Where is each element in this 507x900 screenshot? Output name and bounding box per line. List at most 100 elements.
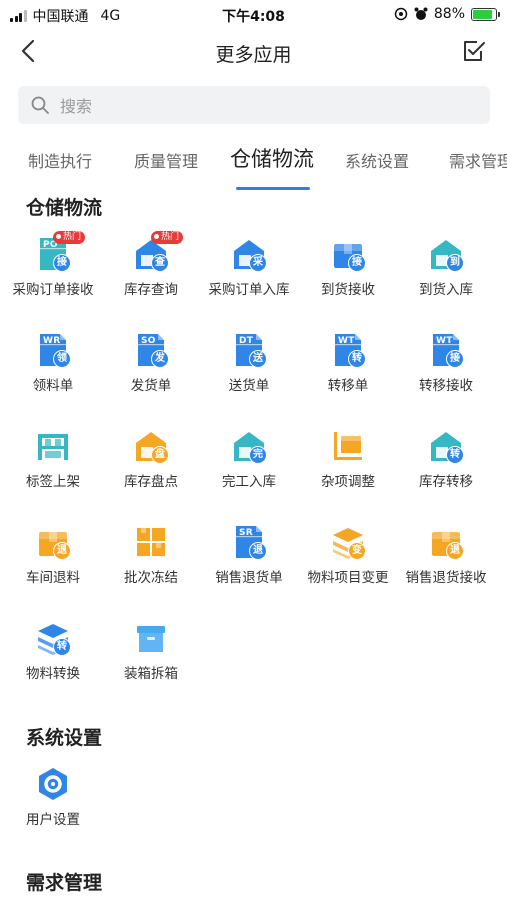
app-item-purchase-order-receive[interactable]: PO 接热门 采购订单接收 (2, 231, 104, 324)
icon-badge: 接 (446, 350, 464, 368)
app-item-delivery-note[interactable]: DT 送送货单 (198, 332, 300, 420)
app-item-material-conversion[interactable]: 转物料转换 (2, 620, 104, 708)
icon-badge: 转 (446, 446, 464, 464)
icon-badge: 退 (249, 542, 267, 560)
icon-badge: 变 (348, 542, 366, 560)
app-item-material-requisition[interactable]: WR 领领料单 (2, 332, 104, 420)
icon-badge: 退 (53, 542, 71, 560)
icon-badge: 查 (151, 254, 169, 272)
app-item-misc-adjustment[interactable]: 杂项调整 (297, 428, 399, 516)
app-label: 采购订单入库 (208, 282, 290, 298)
tab-system-settings[interactable]: 系统设置 (345, 148, 409, 172)
workshop-return-icon: 退 (35, 524, 71, 560)
app-item-purchase-order-inbound[interactable]: 采采购订单入库 (198, 236, 300, 324)
icon-badge: 退 (446, 542, 464, 560)
app-label: 物料项目变更 (307, 570, 389, 586)
tab-quality[interactable]: 质量管理 (134, 148, 198, 172)
app-label: 转移单 (327, 378, 369, 394)
app-item-transfer-order[interactable]: WT 转转移单 (297, 332, 399, 420)
tab-warehouse[interactable]: 仓储物流 (230, 143, 314, 173)
doc-code-label: WR (43, 336, 61, 346)
app-label: 转移接收 (419, 378, 473, 394)
app-label: 库存盘点 (124, 474, 178, 490)
alarm-icon (414, 7, 428, 20)
app-item-packing-unpacking[interactable]: 装箱拆箱 (100, 620, 202, 708)
section-title-demand: 需求管理 (26, 872, 103, 894)
icon-badge: 送 (249, 350, 267, 368)
icon-badge: 盘 (151, 446, 169, 464)
app-item-arrival-inbound[interactable]: 到到货入库 (395, 236, 497, 324)
app-item-material-item-change[interactable]: 变物料项目变更 (297, 524, 399, 612)
app-label: 到货接收 (321, 282, 375, 298)
user-settings-icon (35, 766, 71, 802)
app-item-user-settings[interactable]: 用户设置 (2, 766, 104, 854)
icon-badge: 完 (249, 446, 267, 464)
batch-freeze-icon (133, 524, 169, 560)
doc-code-label: WT (436, 336, 453, 346)
stocktaking-icon: 盘 (133, 428, 169, 464)
page-title: 更多应用 (215, 44, 292, 66)
status-bar: 中国联通 4G 下午4:08 88% (0, 0, 507, 30)
app-label: 杂项调整 (321, 474, 375, 490)
search-bar[interactable] (18, 86, 490, 126)
material-requisition-icon: WR 领 (35, 332, 71, 368)
doc-code-label: SR (239, 528, 254, 538)
app-label: 装箱拆箱 (124, 666, 178, 682)
tab-manufacturing[interactable]: 制造执行 (28, 148, 92, 172)
app-label: 到货入库 (419, 282, 473, 298)
inventory-transfer-icon: 转 (428, 428, 464, 464)
sales-return-receive-icon: 退 (428, 524, 464, 560)
app-item-label-shelving[interactable]: 标签上架 (2, 428, 104, 516)
icon-badge: 领 (53, 350, 71, 368)
edit-checkbox-icon[interactable] (461, 38, 487, 64)
app-item-completion-inbound[interactable]: 完完工入库 (198, 428, 300, 516)
app-item-stocktaking[interactable]: 盘库存盘点 (100, 428, 202, 516)
battery-icon (471, 7, 500, 21)
app-item-arrival-receive[interactable]: 接到货接收 (297, 236, 399, 324)
label-shelving-icon (35, 428, 71, 464)
completion-inbound-icon: 完 (231, 428, 267, 464)
hot-badge: 热门 (53, 231, 86, 244)
app-label: 批次冻结 (124, 570, 178, 586)
app-item-transfer-receive[interactable]: WT 接转移接收 (395, 332, 497, 420)
shipping-order-icon: SO 发 (133, 332, 169, 368)
app-label: 完工入库 (222, 474, 276, 490)
app-item-sales-return-order[interactable]: SR 退销售退货单 (198, 524, 300, 612)
app-label: 销售退货接收 (405, 570, 487, 586)
tab-demand[interactable]: 需求管理 (449, 148, 507, 172)
app-item-sales-return-receive[interactable]: 退销售退货接收 (395, 524, 497, 612)
search-input[interactable] (58, 86, 482, 126)
nav-bar: 更多应用 (0, 30, 507, 74)
app-item-workshop-return[interactable]: 退车间退料 (2, 524, 104, 612)
icon-badge: 接 (53, 254, 71, 272)
sales-return-order-icon: SR 退 (231, 524, 267, 560)
icon-badge: 转 (53, 638, 71, 656)
app-item-inventory-transfer[interactable]: 转库存转移 (395, 428, 497, 516)
app-label: 库存转移 (419, 474, 473, 490)
misc-adjustment-icon (330, 428, 366, 464)
doc-code-label: SO (141, 336, 156, 346)
icon-badge: 发 (151, 350, 169, 368)
section-title-system: 系统设置 (26, 727, 103, 749)
category-tabs: 制造执行 质量管理 仓储物流 系统设置 需求管理 (0, 140, 507, 192)
app-label: 销售退货单 (215, 570, 283, 586)
app-label: 库存查询 (124, 282, 178, 298)
section-title-warehouse: 仓储物流 (26, 197, 103, 219)
purchase-order-inbound-icon: 采 (231, 236, 267, 272)
transfer-order-icon: WT 转 (330, 332, 366, 368)
arrival-receive-icon: 接 (330, 236, 366, 272)
material-conversion-icon: 转 (35, 620, 71, 656)
icon-badge: 采 (249, 254, 267, 272)
app-label: 用户设置 (26, 812, 80, 828)
tab-indicator (236, 187, 310, 190)
packing-unpacking-icon (133, 620, 169, 656)
search-icon (31, 96, 49, 114)
app-item-inventory-query[interactable]: 查 热门库存查询 (100, 231, 202, 324)
rotation-lock-icon (394, 7, 408, 21)
app-item-batch-freeze[interactable]: 批次冻结 (100, 524, 202, 612)
app-item-shipping-order[interactable]: SO 发发货单 (100, 332, 202, 420)
hot-badge: 热门 (151, 231, 184, 244)
material-item-change-icon: 变 (330, 524, 366, 560)
app-label: 送货单 (228, 378, 270, 394)
icon-badge: 转 (348, 350, 366, 368)
